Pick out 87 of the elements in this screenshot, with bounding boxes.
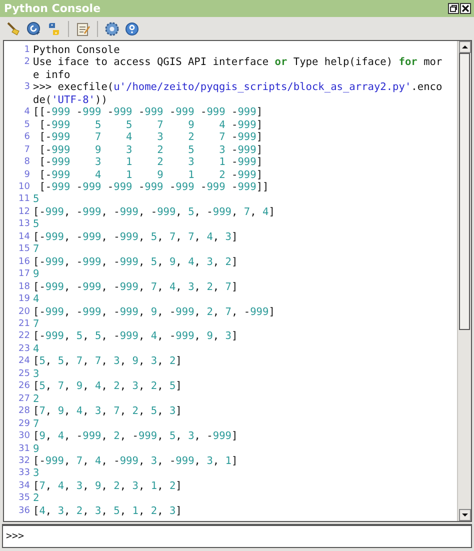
close-icon[interactable] <box>460 3 471 14</box>
line-number: 23 <box>18 342 31 356</box>
code-line: [-999 7 4 3 2 7 -999] <box>38 131 264 144</box>
code-line: [4, 3, 2, 3, 5, 1, 2, 3] <box>33 504 183 518</box>
line-number: 30 <box>18 430 31 442</box>
code-line: Python Console <box>33 44 121 56</box>
code-line: 7 <box>33 418 40 430</box>
help-icon[interactable] <box>124 20 140 36</box>
float-icon[interactable] <box>448 3 459 14</box>
code-line: Use iface to access QGIS API interface or Type help(iface) for more info <box>33 56 444 82</box>
code-line: [-999 3 1 2 3 1 -999] <box>38 156 264 169</box>
window-title: Python Console <box>4 2 101 15</box>
input-field[interactable]: >>> <box>2 524 472 548</box>
line-number: 11 <box>18 193 31 206</box>
code-line: 5 <box>33 218 40 231</box>
line-number: 18 <box>18 280 31 294</box>
line-number: 32 <box>18 454 31 468</box>
line-number: 3 <box>23 81 31 94</box>
line-number: 15 <box>18 243 31 256</box>
code-line: 9 <box>33 268 40 281</box>
line-number: 25 <box>18 368 31 380</box>
line-number: 4 <box>23 106 31 119</box>
line-number: 27 <box>18 392 31 406</box>
scroll-up-icon[interactable] <box>458 41 470 53</box>
code-line: [-999, 7, 4, -999, 3, -999, 3, 1] <box>33 454 239 468</box>
scrollbar[interactable] <box>457 41 471 521</box>
code-line: [7, 4, 3, 9, 2, 3, 1, 2] <box>33 480 183 492</box>
line-number: 24 <box>18 355 31 368</box>
code-line: 5 <box>33 193 40 206</box>
line-number: 33 <box>18 467 31 480</box>
code-line: >>> execfile(u'/home/zeito/pyqgis_scripts/block_as_array2.py'.encode('UTF-8')) <box>33 81 444 106</box>
line-number: 13 <box>18 218 31 231</box>
refresh-icon[interactable] <box>26 20 42 36</box>
line-number: 19 <box>18 293 31 306</box>
broom-icon[interactable] <box>6 20 22 36</box>
line-number: 29 <box>18 418 31 430</box>
line-number: 35 <box>18 492 31 505</box>
line-number: 8 <box>23 156 31 169</box>
line-number: 1 <box>23 44 31 56</box>
code-line: 3 <box>33 467 40 480</box>
line-number: 31 <box>18 442 31 455</box>
code-line: [-999, 5, 5, -999, 4, -999, 9, 3] <box>33 330 239 343</box>
line-number: 28 <box>18 405 31 418</box>
code-line: 4 <box>33 293 40 306</box>
code-line: 3 <box>33 368 40 380</box>
code-line: 2 <box>33 492 40 505</box>
code-line: [-999, -999, -999, 9, -999, 2, 7, -999] <box>33 306 276 318</box>
line-number: 17 <box>18 268 31 281</box>
line-number: 14 <box>18 230 31 244</box>
line-number: 20 <box>18 306 31 318</box>
code-line: 2 <box>33 392 40 406</box>
code-line: [-999 4 1 9 1 2 -999] <box>38 168 264 181</box>
line-number: 2 <box>23 56 31 69</box>
line-number: 9 <box>23 168 31 181</box>
code-line: [-999, -999, -999, -999, 5, -999, 7, 4] <box>33 206 276 218</box>
scroll-down-icon[interactable] <box>458 509 470 521</box>
code-line: [-999, -999, -999, 5, 9, 4, 3, 2] <box>33 256 239 268</box>
line-number: 36 <box>18 504 31 518</box>
line-number: 12 <box>18 206 31 218</box>
line-number: 22 <box>18 330 31 343</box>
line-number: 7 <box>23 144 31 156</box>
code-line: 4 <box>33 342 40 356</box>
scrollbar-thumb[interactable] <box>459 53 470 330</box>
code-line: 7 <box>33 318 40 330</box>
code-line: [-999, -999, -999, 7, 4, 3, 2, 7] <box>33 280 239 294</box>
code-line: [-999 9 3 2 5 3 -999] <box>38 144 264 156</box>
line-number: 6 <box>23 131 31 144</box>
notepad-icon[interactable] <box>75 20 91 36</box>
line-number: 21 <box>18 318 31 330</box>
line-number: 10 <box>18 180 31 194</box>
settings-icon[interactable] <box>104 20 120 36</box>
line-number: 16 <box>18 256 31 268</box>
line-number: 34 <box>18 480 31 492</box>
code-line: [[-999 -999 -999 -999 -999 -999 -999] <box>33 106 264 119</box>
code-line: 9 <box>33 442 40 455</box>
code-line: [-999 5 5 7 9 4 -999] <box>38 118 264 132</box>
code-line: [5, 7, 9, 4, 2, 3, 2, 5] <box>33 380 183 393</box>
code-line: [-999, -999, -999, 5, 7, 7, 4, 3] <box>33 230 239 244</box>
line-number: 26 <box>18 380 31 393</box>
line-number: 5 <box>23 118 31 132</box>
code-line: [9, 4, -999, 2, -999, 5, 3, -999] <box>33 430 239 442</box>
code-line: [-999 -999 -999 -999 -999 -999 -999]] <box>38 180 270 194</box>
python-icon[interactable] <box>46 20 62 36</box>
code-line: [7, 9, 4, 3, 7, 2, 5, 3] <box>33 405 183 418</box>
code-line: 7 <box>33 243 40 256</box>
code-line: [5, 5, 7, 7, 3, 9, 3, 2] <box>33 355 183 368</box>
prompt-text: >>> <box>6 531 24 542</box>
